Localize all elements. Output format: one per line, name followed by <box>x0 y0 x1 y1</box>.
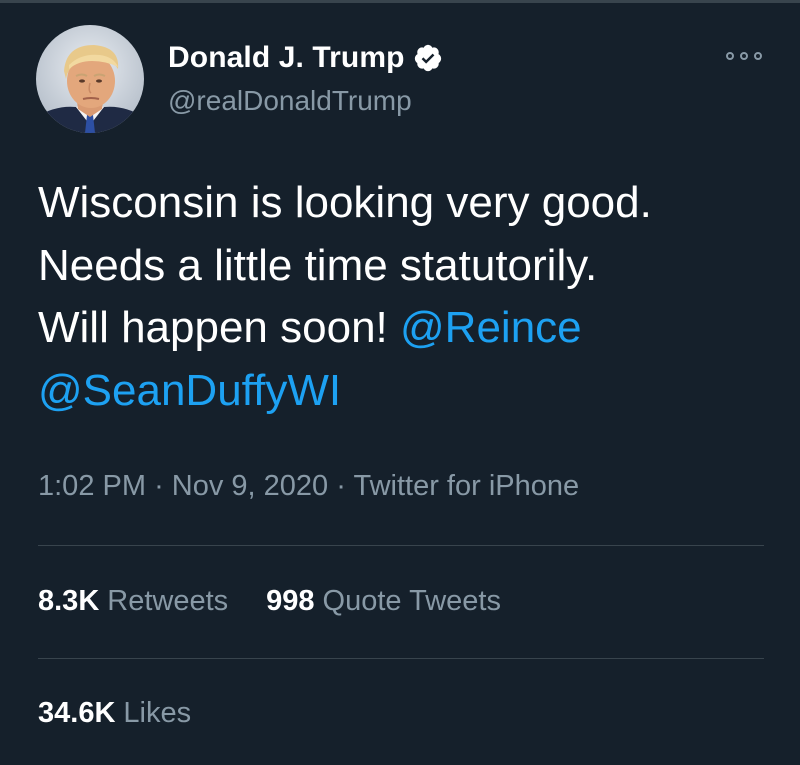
retweets-label: Retweets <box>107 585 229 617</box>
tweet-text-segment: Will happen soon! <box>38 303 400 352</box>
tweet-line-1: Wisconsin is looking very good. <box>38 172 778 235</box>
mention-link-reince[interactable]: @Reince <box>400 303 582 352</box>
user-name-row: Donald J. Trump <box>168 38 443 78</box>
more-dot <box>726 52 734 60</box>
tweet-meta: 1:02 PM · Nov 9, 2020 · Twitter for iPho… <box>38 470 579 503</box>
avatar[interactable] <box>36 25 144 133</box>
tweet-line-4: @SeanDuffyWI <box>38 360 778 423</box>
tweet-source[interactable]: Twitter for iPhone <box>353 470 579 502</box>
more-dot <box>740 52 748 60</box>
tweet-text: Wisconsin is looking very good. Needs a … <box>38 172 778 422</box>
quote-tweets-stat[interactable]: 998 Quote Tweets <box>266 585 501 618</box>
likes-label: Likes <box>123 697 192 729</box>
meta-separator: · <box>154 470 164 502</box>
tweet-date[interactable]: Nov 9, 2020 <box>172 470 328 502</box>
likes-count: 34.6K <box>38 697 116 729</box>
top-divider <box>0 0 800 3</box>
tweet-line-3: Will happen soon! @Reince <box>38 297 778 360</box>
user-handle[interactable]: @realDonaldTrump <box>168 85 412 117</box>
more-dot <box>754 52 762 60</box>
quote-tweets-count: 998 <box>266 585 315 617</box>
likes-stats-row: 34.6K Likes <box>38 697 229 730</box>
tweet-text-segment: Needs a little time statutorily. <box>38 240 598 290</box>
quote-tweets-label: Quote Tweets <box>322 585 501 617</box>
retweets-count: 8.3K <box>38 585 100 617</box>
engagement-stats-row: 8.3K Retweets 998 Quote Tweets <box>38 585 539 618</box>
tweet-time[interactable]: 1:02 PM <box>38 470 146 502</box>
verified-badge-icon <box>413 43 443 73</box>
more-options-icon[interactable] <box>726 49 762 63</box>
tweet-line-2: Needs a little time statutorily. <box>38 235 778 298</box>
mention-link-seanduffywi[interactable]: @SeanDuffyWI <box>38 366 341 415</box>
tweet-text-segment: Wisconsin is looking very good. <box>38 178 652 227</box>
meta-separator: · <box>336 470 346 502</box>
stats-divider-bottom <box>38 658 764 659</box>
display-name[interactable]: Donald J. Trump <box>168 41 405 75</box>
likes-stat[interactable]: 34.6K Likes <box>38 697 191 730</box>
stats-divider-top <box>38 545 764 546</box>
retweets-stat[interactable]: 8.3K Retweets <box>38 585 228 618</box>
